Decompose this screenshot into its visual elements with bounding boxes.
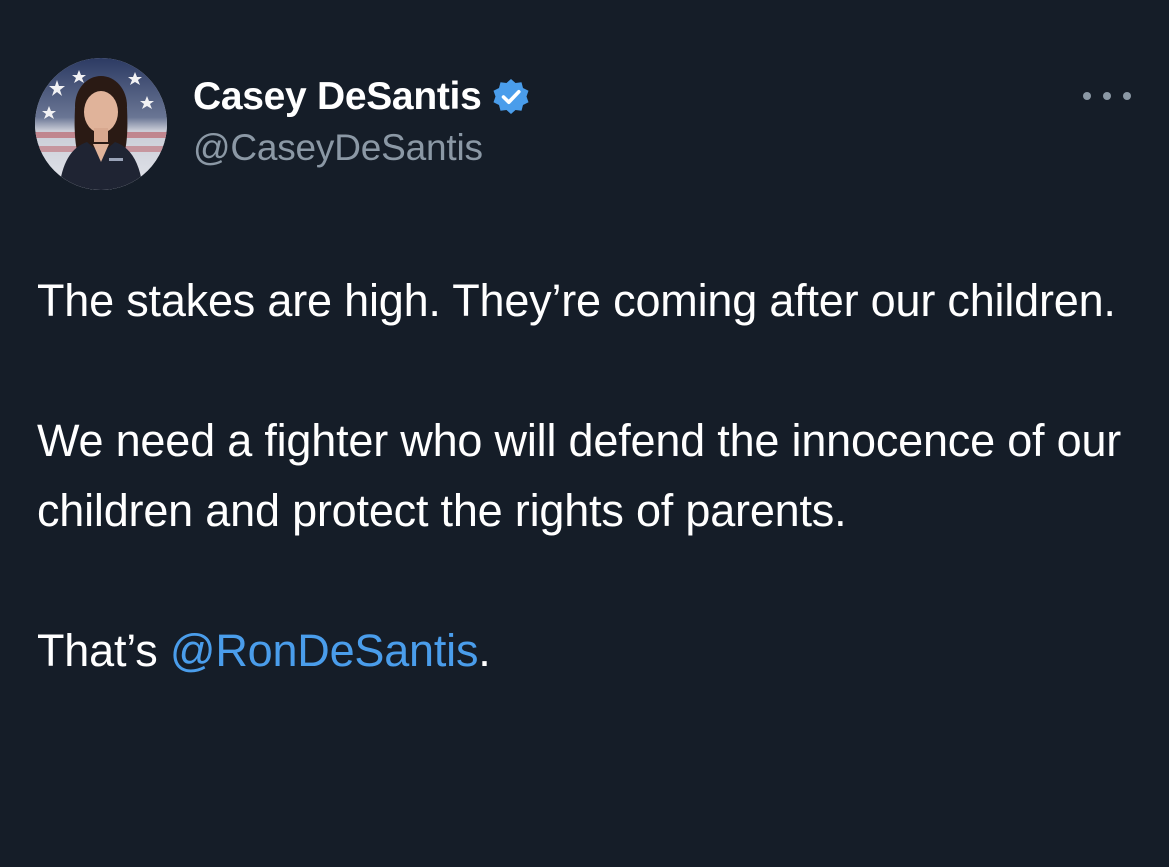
- mention-link[interactable]: @RonDeSantis: [170, 625, 479, 676]
- tweet-paragraph: That’s @RonDeSantis.: [37, 616, 1137, 686]
- more-dot: [1123, 92, 1131, 100]
- tweet-text-prefix: That’s: [37, 625, 170, 676]
- author-handle[interactable]: @CaseyDeSantis: [193, 127, 483, 169]
- tweet-paragraph: The stakes are high. They’re coming afte…: [37, 275, 1116, 326]
- avatar[interactable]: [35, 58, 167, 190]
- tweet-card: Casey DeSantis @CaseyDeSantis The stakes…: [0, 0, 1169, 867]
- more-dot: [1103, 92, 1111, 100]
- more-options-icon[interactable]: [1083, 84, 1131, 108]
- more-dot: [1083, 92, 1091, 100]
- tweet-text-suffix: .: [478, 625, 491, 676]
- verified-badge-icon: [491, 77, 531, 117]
- display-name[interactable]: Casey DeSantis: [193, 75, 482, 119]
- tweet-text: The stakes are high. They’re coming afte…: [37, 266, 1137, 686]
- author-name-row: Casey DeSantis: [193, 72, 531, 122]
- tweet-paragraph: We need a fighter who will defend the in…: [37, 415, 1122, 536]
- avatar-image: [35, 58, 167, 190]
